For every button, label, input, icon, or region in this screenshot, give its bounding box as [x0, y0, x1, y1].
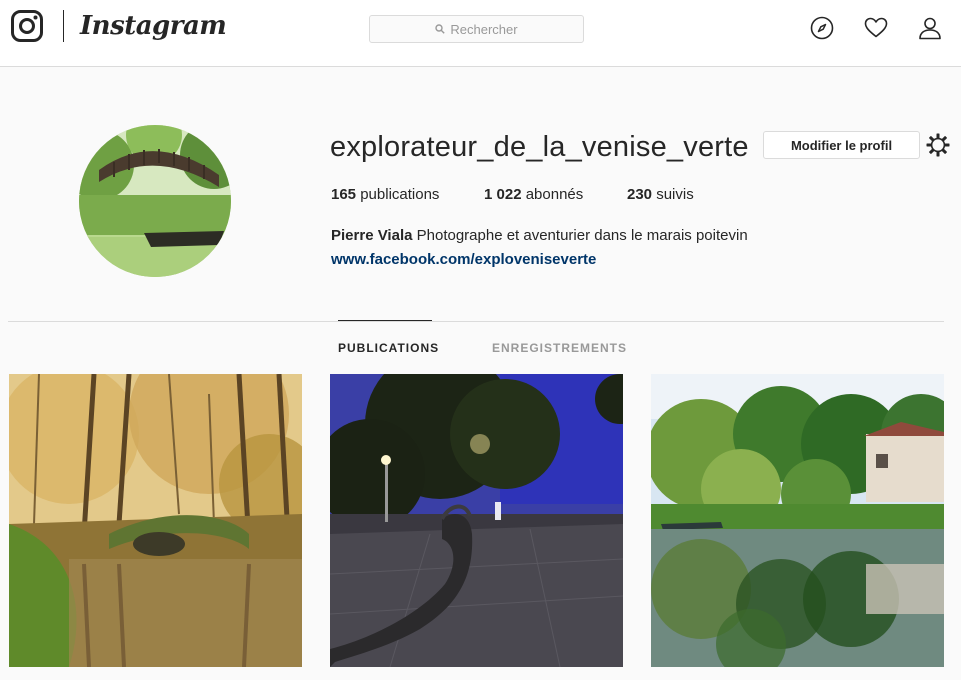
post-thumbnail[interactable] [330, 374, 623, 667]
post-thumbnail[interactable] [651, 374, 944, 667]
user-icon[interactable] [918, 16, 942, 40]
followers-label: abonnés [525, 186, 584, 203]
search-input[interactable]: Rechercher [369, 15, 584, 43]
posts-count: 165 [331, 186, 357, 203]
tab-enregistrements[interactable]: ENREGISTREMENTS [492, 339, 627, 357]
profile-website-link[interactable]: www.facebook.com/exploveniseverte [331, 250, 596, 270]
edit-profile-button[interactable]: Modifier le profil [763, 131, 920, 159]
search-icon [435, 24, 446, 34]
profile-full-name: Pierre Viala [331, 227, 413, 244]
active-tab-indicator [338, 320, 432, 321]
search-placeholder: Rechercher [450, 21, 518, 37]
compass-icon[interactable] [810, 16, 834, 40]
profile-description: Photographe et aventurier dans le marais… [416, 227, 748, 244]
gear-icon[interactable] [926, 133, 950, 157]
following-stat[interactable]: 230 suivis [627, 185, 694, 205]
following-label: suivis [656, 186, 694, 203]
posts-label: publications [360, 186, 440, 203]
instagram-wordmark[interactable]: Instagram [80, 8, 227, 44]
followers-count: 1 022 [484, 186, 522, 203]
tabs-divider [8, 321, 944, 322]
post-thumbnail[interactable] [9, 374, 302, 667]
posts-count-stat: 165 publications [331, 185, 439, 205]
instagram-logo-icon[interactable] [11, 10, 43, 42]
tab-publications[interactable]: PUBLICATIONS [338, 339, 439, 357]
profile-avatar[interactable] [79, 125, 231, 277]
followers-stat[interactable]: 1 022 abonnés [484, 185, 583, 205]
profile-username: explorateur_de_la_venise_verte [330, 131, 749, 163]
top-navigation-bar: Instagram Rechercher [0, 0, 961, 67]
heart-icon[interactable] [864, 16, 888, 40]
profile-bio: Pierre Viala Photographe et aventurier d… [331, 226, 748, 246]
following-count: 230 [627, 186, 653, 203]
brand-divider [63, 10, 64, 42]
